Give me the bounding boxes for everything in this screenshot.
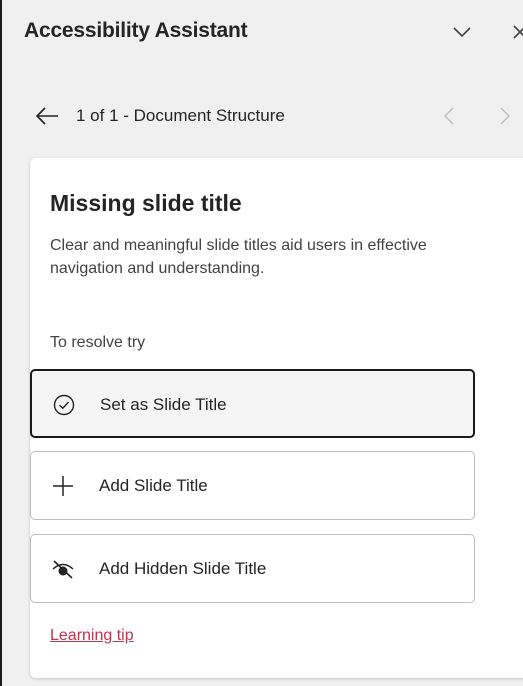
action-label: Add Hidden Slide Title bbox=[99, 559, 267, 578]
next-issue-button[interactable] bbox=[492, 102, 518, 130]
set-as-slide-title-button[interactable]: Set as Slide Title bbox=[30, 369, 475, 438]
back-button[interactable] bbox=[32, 102, 62, 130]
close-icon bbox=[513, 25, 523, 39]
resolve-label: To resolve try bbox=[50, 334, 146, 351]
pane-header: Accessibility Assistant bbox=[2, 0, 523, 64]
check-circle-icon bbox=[52, 393, 76, 417]
collapse-button[interactable] bbox=[448, 18, 476, 46]
chevron-left-icon bbox=[444, 107, 454, 125]
learning-tip-link[interactable]: Learning tip bbox=[50, 627, 134, 645]
action-label: Set as Slide Title bbox=[100, 395, 227, 414]
add-slide-title-button[interactable]: Add Slide Title bbox=[30, 451, 475, 520]
accessibility-assistant-pane: Accessibility Assistant 1 of 1 - Documen… bbox=[0, 0, 523, 686]
issue-navigation: 1 of 1 - Document Structure bbox=[2, 96, 523, 136]
issue-position-label: 1 of 1 - Document Structure bbox=[76, 106, 285, 125]
chevron-down-icon bbox=[453, 27, 471, 38]
close-button[interactable] bbox=[506, 18, 523, 46]
add-hidden-slide-title-button[interactable]: Add Hidden Slide Title bbox=[30, 534, 475, 603]
action-label: Add Slide Title bbox=[99, 476, 208, 495]
plus-icon bbox=[51, 474, 75, 498]
issue-title: Missing slide title bbox=[50, 190, 242, 216]
previous-issue-button[interactable] bbox=[436, 102, 462, 130]
chevron-right-icon bbox=[500, 107, 510, 125]
arrow-left-icon bbox=[35, 107, 58, 125]
pane-title: Accessibility Assistant bbox=[24, 19, 248, 42]
eye-off-icon bbox=[51, 557, 75, 581]
issue-description: Clear and meaningful slide titles aid us… bbox=[50, 237, 427, 277]
